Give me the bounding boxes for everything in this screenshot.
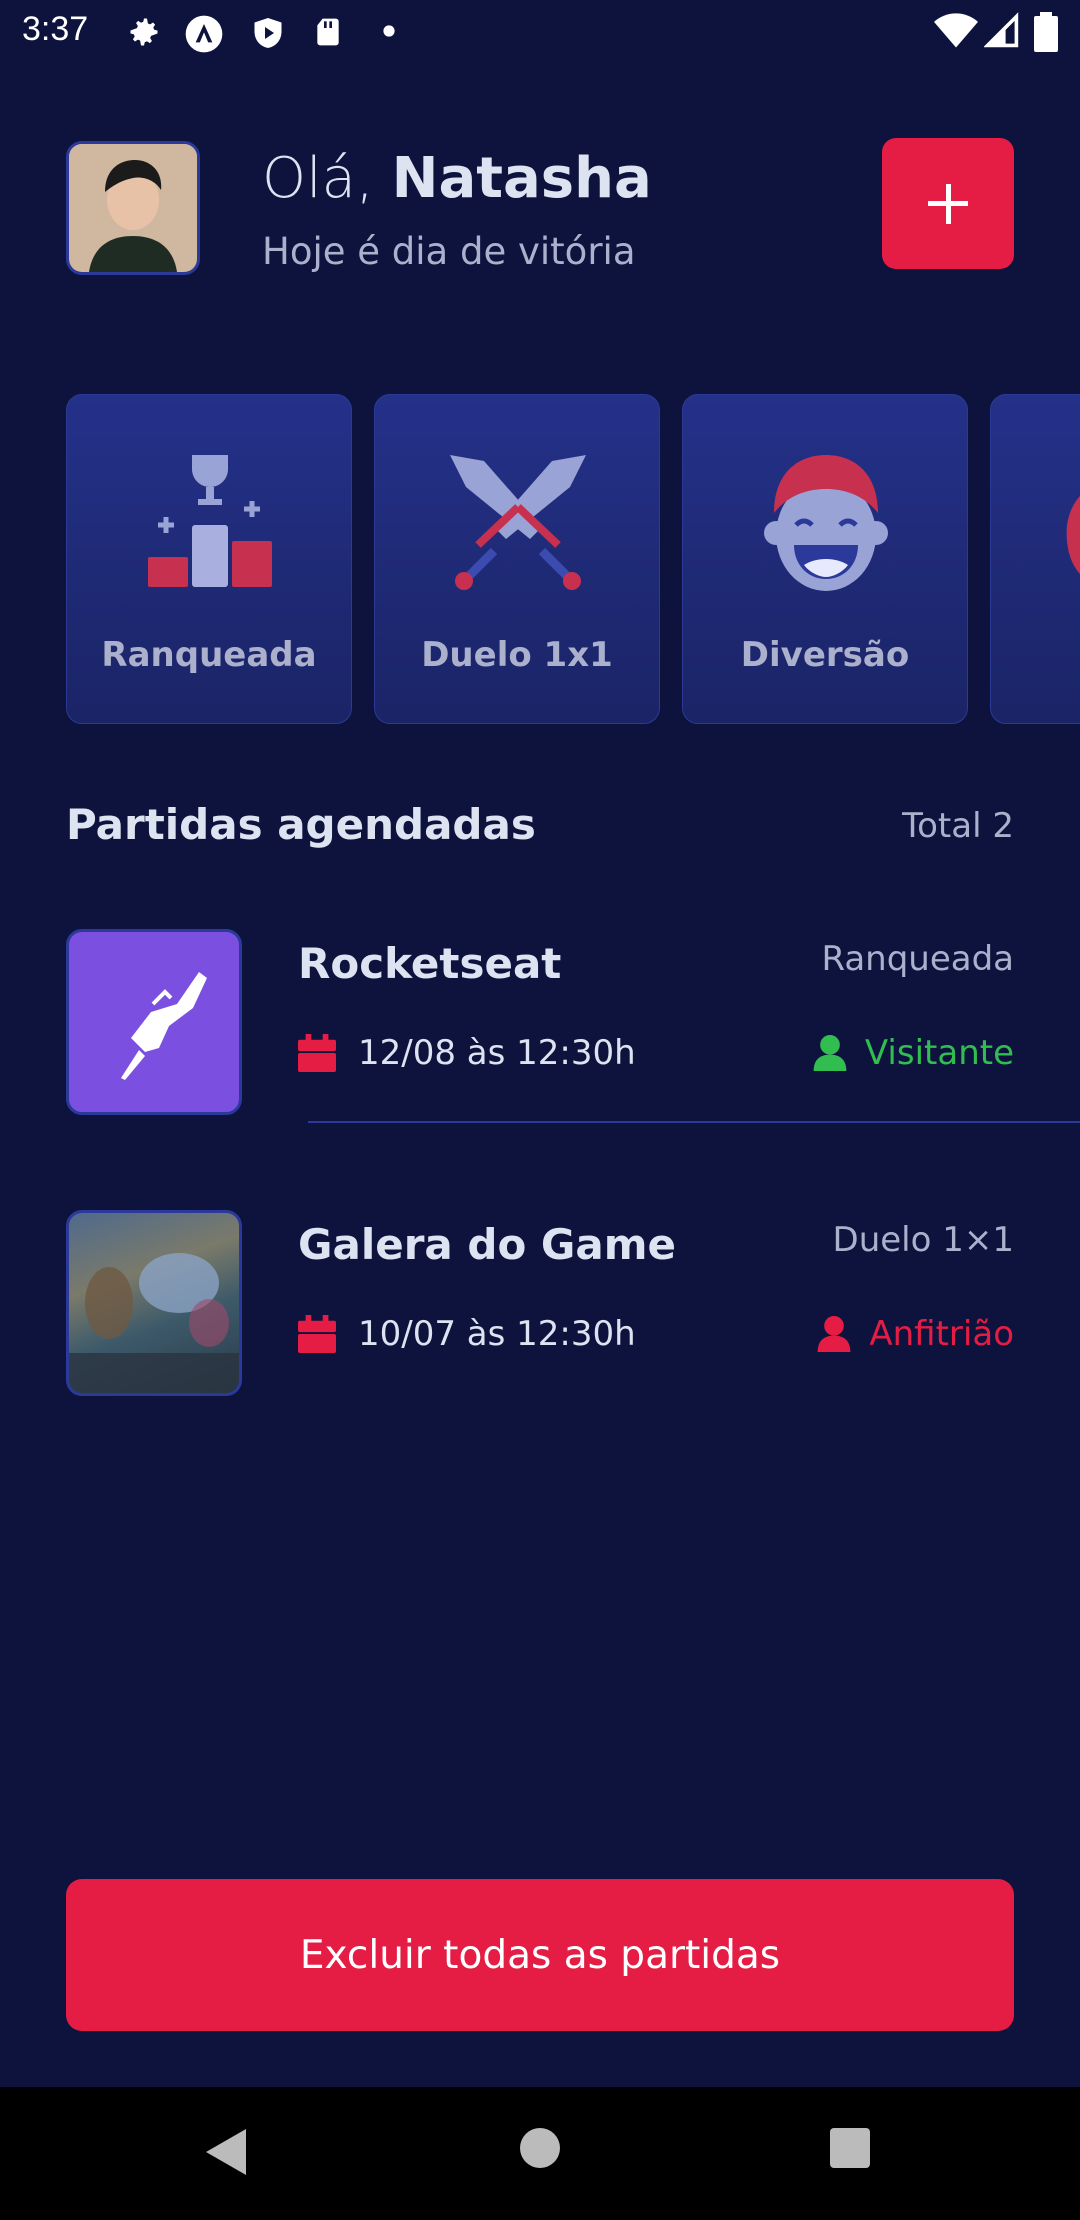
avatar[interactable] xyxy=(66,141,200,275)
match-title: Galera do Game xyxy=(298,1220,676,1269)
divider xyxy=(308,1121,1080,1123)
match-date-text: 12/08 às 12:30h xyxy=(358,1033,636,1073)
greeting: Olá, Natasha xyxy=(262,146,652,211)
match-date: 10/07 às 12:30h xyxy=(298,1314,636,1354)
rocket-logo-icon xyxy=(121,972,207,1080)
match-date: 12/08 às 12:30h xyxy=(298,1033,636,1073)
home-icon[interactable] xyxy=(519,2127,561,2169)
category-label: Duelo 1x1 xyxy=(421,635,613,675)
match-role-text: Anfitrião xyxy=(869,1314,1014,1354)
delete-all-matches-button[interactable]: Excluir todas as partidas xyxy=(66,1879,1014,2031)
ranking-icon xyxy=(148,455,272,587)
category-card-duelo[interactable]: Duelo 1x1 xyxy=(374,394,660,724)
laughing-face-icon xyxy=(764,455,888,591)
sd-card-icon xyxy=(317,18,339,46)
swords-icon xyxy=(450,455,586,590)
match-thumbnail xyxy=(66,929,242,1115)
battery-icon xyxy=(1034,12,1058,52)
match-thumbnail xyxy=(66,1210,242,1396)
match-item[interactable]: Galera do Game Duelo 1×1 10/07 às 12:30h… xyxy=(66,1210,1080,1400)
section-total: Total 2 xyxy=(902,806,1014,846)
match-item[interactable]: Rocketseat Ranqueada 12/08 às 12:30h Vis… xyxy=(66,929,1080,1119)
match-category: Duelo 1×1 xyxy=(832,1220,1014,1260)
add-match-button[interactable] xyxy=(882,138,1014,269)
settings-icon xyxy=(130,18,158,46)
status-bar: 3:37 xyxy=(0,0,1080,64)
plus-icon xyxy=(928,184,968,224)
back-icon[interactable] xyxy=(204,2127,248,2177)
category-card-partial[interactable] xyxy=(990,394,1080,724)
notification-dot-icon xyxy=(383,25,395,37)
greeting-subtitle: Hoje é dia de vitória xyxy=(262,230,636,273)
partial-category-icon xyxy=(1066,496,1080,574)
category-label: Ranqueada xyxy=(101,635,317,675)
match-role: Visitante xyxy=(813,1033,1014,1073)
app-screen: 3:37 Olá, Natasha Hoje é dia de vitória … xyxy=(0,0,1080,2220)
match-date-text: 10/07 às 12:30h xyxy=(358,1314,636,1354)
person-icon xyxy=(813,1035,847,1071)
wifi-icon xyxy=(934,13,978,48)
user-name: Natasha xyxy=(391,146,652,211)
cell-signal-icon xyxy=(984,12,1019,48)
greeting-prefix: Olá, xyxy=(262,146,374,211)
calendar-icon xyxy=(298,1315,336,1353)
calendar-icon xyxy=(298,1034,336,1072)
match-category: Ranqueada xyxy=(821,939,1014,979)
category-card-ranqueada[interactable]: Ranqueada xyxy=(66,394,352,724)
navigation-bar xyxy=(0,2087,1080,2220)
match-title: Rocketseat xyxy=(298,939,562,988)
category-label: Diversão xyxy=(740,635,910,675)
profile-photo-icon xyxy=(69,144,197,272)
game-artwork-icon xyxy=(69,1253,239,1393)
a-app-icon xyxy=(185,15,223,53)
recents-icon[interactable] xyxy=(829,2127,871,2169)
status-time: 3:37 xyxy=(22,10,89,48)
person-icon xyxy=(818,1316,851,1352)
category-card-diversao[interactable]: Diversão xyxy=(682,394,968,724)
section-title: Partidas agendadas xyxy=(66,800,536,849)
shield-play-icon xyxy=(254,18,282,48)
match-role-text: Visitante xyxy=(864,1033,1014,1073)
match-role: Anfitrião xyxy=(817,1314,1014,1354)
category-list: Ranqueada Duelo 1x1 Diversão xyxy=(66,394,1080,724)
